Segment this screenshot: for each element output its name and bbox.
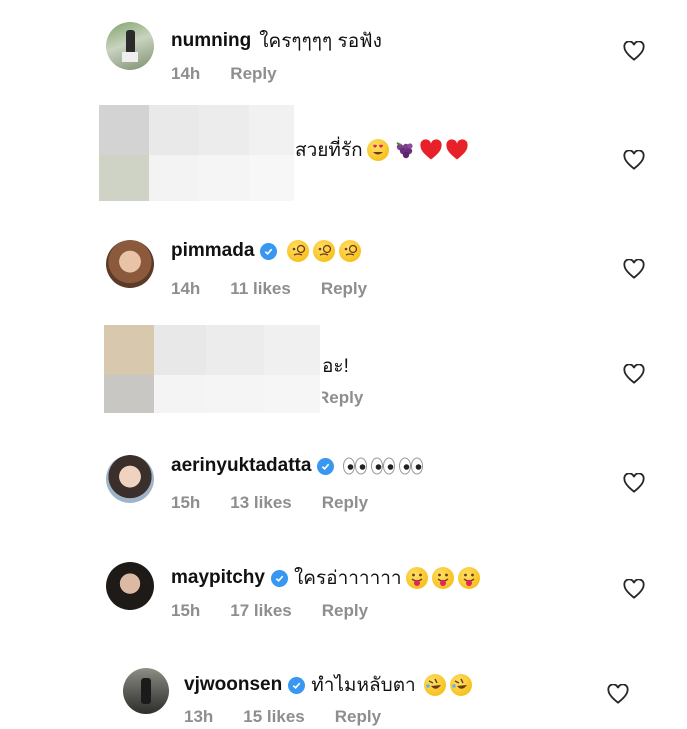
- tongue-face-emoji-icon: [457, 567, 480, 589]
- monocle-face-emoji-icon: [287, 240, 310, 262]
- comment-time: 15h: [171, 601, 201, 620]
- monocle-face-emoji-icon: [313, 240, 336, 262]
- tongue-face-emoji-icon: [431, 567, 454, 589]
- comment-time: 14h: [171, 279, 201, 298]
- reply-button[interactable]: Reply: [322, 388, 363, 408]
- comment-text: ใครๆๆๆๆ รอฟัง: [259, 31, 382, 52]
- rolling-laughing-emoji-icon: [449, 674, 472, 696]
- eyes-emoji-icon: [398, 456, 424, 476]
- reply-button[interactable]: Reply: [335, 707, 381, 727]
- avatar[interactable]: [106, 455, 154, 503]
- heart-outline-icon[interactable]: [623, 579, 645, 599]
- rolling-laughing-emoji-icon: [423, 674, 446, 696]
- comment-time: 14h: [171, 64, 201, 83]
- eyes-emoji-icon: [370, 456, 396, 476]
- verified-badge-icon: [260, 242, 278, 260]
- comment-time: 13h: [184, 707, 214, 726]
- reply-button[interactable]: Reply: [230, 64, 276, 84]
- reply-button[interactable]: Reply: [322, 601, 368, 621]
- comment-time: 15h: [171, 493, 201, 512]
- avatar[interactable]: [106, 240, 154, 288]
- avatar[interactable]: [106, 562, 154, 610]
- comment-username[interactable]: vjwoonsen: [184, 674, 282, 696]
- verified-badge-icon: [270, 569, 288, 587]
- comment-username[interactable]: numning: [171, 30, 251, 52]
- heart-outline-icon[interactable]: [623, 364, 645, 384]
- comment-text: ทำไมหลับตา: [311, 675, 416, 696]
- likes-count[interactable]: 15 likes: [243, 707, 304, 727]
- likes-count[interactable]: 17 likes: [230, 601, 291, 621]
- heart-eyes-emoji-icon: [366, 139, 389, 161]
- comment-text: อะ!: [322, 356, 349, 377]
- heart-outline-icon[interactable]: [607, 684, 629, 704]
- verified-badge-icon: [317, 457, 335, 475]
- comment-username[interactable]: pimmada: [171, 240, 254, 262]
- red-heart-emoji-icon: [419, 139, 442, 161]
- likes-count[interactable]: 13 likes: [230, 493, 291, 513]
- heart-outline-icon[interactable]: [623, 259, 645, 279]
- likes-count[interactable]: 11 likes: [230, 279, 291, 299]
- eyes-emoji-icon: [342, 456, 368, 476]
- reply-button[interactable]: Reply: [322, 493, 368, 513]
- comment-text: สวยที่รัก: [295, 140, 363, 161]
- monocle-face-emoji-icon: [339, 240, 362, 262]
- censored-block: [99, 105, 294, 201]
- heart-outline-icon[interactable]: [623, 150, 645, 170]
- avatar[interactable]: [106, 22, 154, 70]
- avatar[interactable]: [123, 668, 169, 714]
- comment-username[interactable]: maypitchy: [171, 567, 265, 589]
- heart-outline-icon[interactable]: [623, 473, 645, 493]
- comment-text: ใครอ่าาาาาา: [293, 568, 402, 589]
- heart-outline-icon[interactable]: [623, 41, 645, 61]
- comment-username[interactable]: aerinyuktadatta: [171, 455, 311, 477]
- red-heart-emoji-icon: [445, 139, 468, 161]
- reply-button[interactable]: Reply: [321, 279, 367, 299]
- verified-badge-icon: [288, 676, 306, 694]
- grapes-emoji-icon: [393, 139, 415, 161]
- censored-block: [104, 325, 320, 413]
- tongue-face-emoji-icon: [405, 567, 428, 589]
